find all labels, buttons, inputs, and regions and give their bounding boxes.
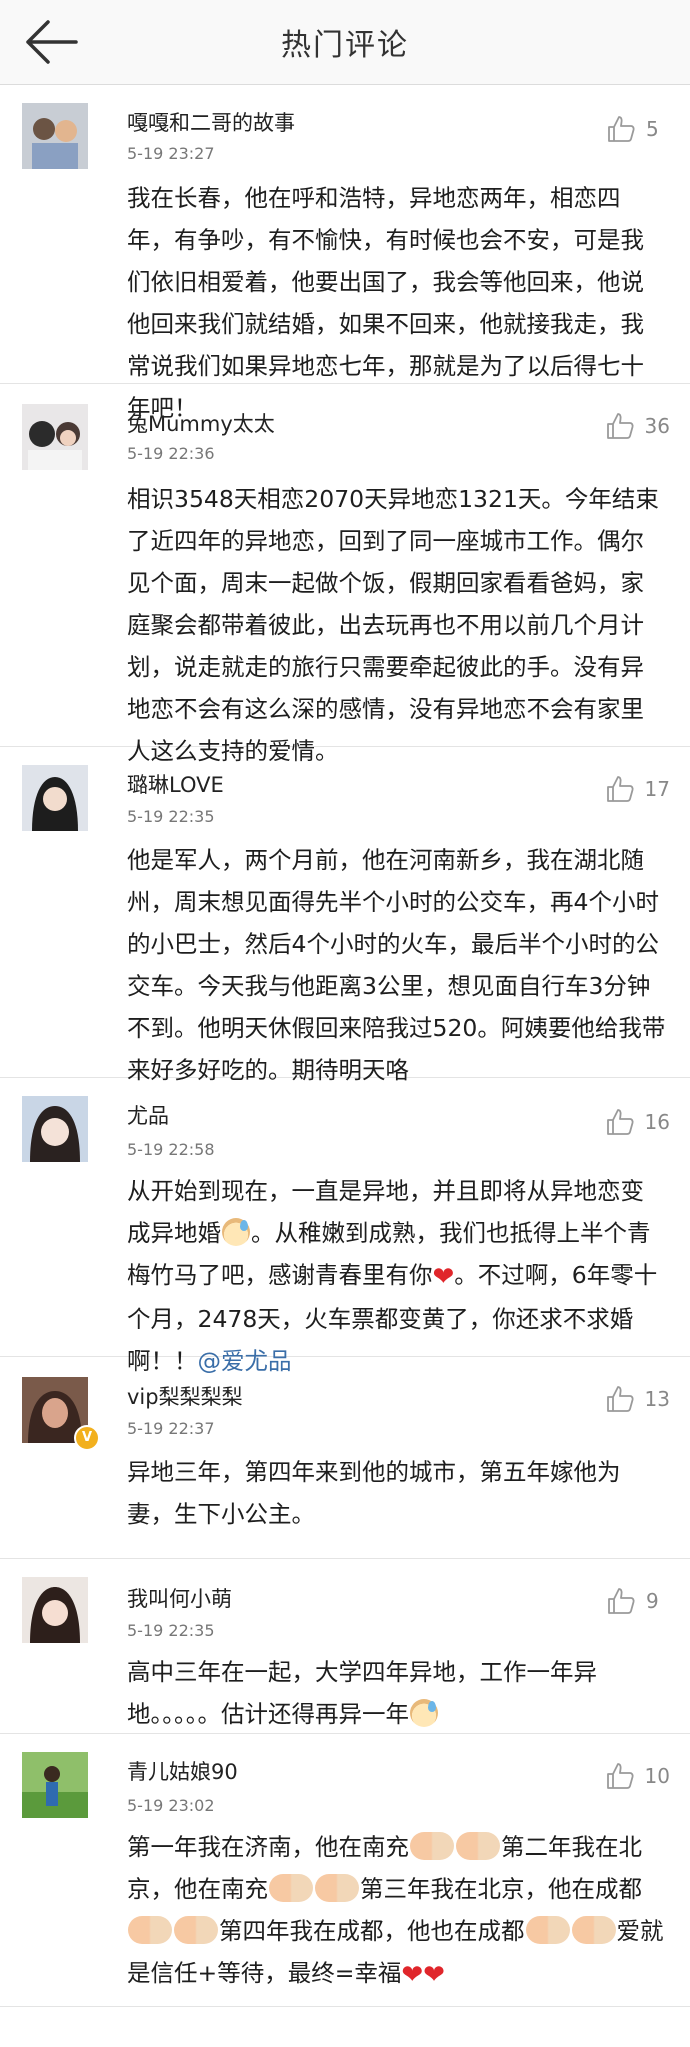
like-button[interactable]: 36	[605, 410, 670, 442]
couple-emoji-icon	[269, 1874, 313, 1902]
couple-emoji-icon	[315, 1874, 359, 1902]
timestamp: 5-19 22:36	[127, 444, 215, 463]
text-segment: 第四年我在成都，他也在成都	[219, 1917, 525, 1945]
like-count: 16	[644, 1110, 670, 1134]
text-segment: 第一年我在济南，他在南充	[127, 1833, 409, 1861]
couple-emoji-icon	[456, 1832, 500, 1860]
like-count: 9	[646, 1589, 659, 1613]
avatar[interactable]	[22, 404, 88, 470]
couple-emoji-icon	[174, 1916, 218, 1944]
username[interactable]: vip梨梨梨梨	[127, 1381, 243, 1411]
red-heart-icon: ❤	[432, 1262, 455, 1292]
thumbs-up-icon	[606, 413, 634, 439]
comment-item: 兔Mummy太太 5-19 22:36 36 相识3548天相恋2070天异地恋…	[0, 384, 690, 765]
sad-sweat-emoji-icon	[410, 1699, 438, 1727]
username[interactable]: 尤品	[127, 1100, 169, 1130]
comment-item: 璐琳LOVE 5-19 22:35 17 他是军人，两个月前，他在河南新乡，我在…	[0, 747, 690, 1084]
comment-text: 他是军人，两个月前，他在河南新乡，我在湖北随州，周末想见面得先半个小时的公交车，…	[127, 846, 666, 1084]
username[interactable]: 青儿姑娘90	[127, 1756, 238, 1786]
thumbs-up-icon	[608, 116, 635, 142]
vip-badge-icon: V	[74, 1425, 100, 1451]
avatar[interactable]	[22, 765, 88, 831]
couple-emoji-icon	[128, 1916, 172, 1944]
comment-item: 我叫何小萌 5-19 22:35 9 高中三年在一起，大学四年异地，工作一年异地…	[0, 1559, 690, 1734]
comment-item: 青儿姑娘90 5-19 23:02 10 第一年我在济南，他在南充 第二年我在北京…	[0, 1734, 690, 2007]
like-count: 13	[644, 1387, 670, 1411]
timestamp: 5-19 22:35	[127, 1621, 215, 1640]
thumbs-up-icon	[608, 1588, 635, 1614]
comment-text: 异地三年，第四年来到他的城市，第五年嫁他为妻，生下小公主。	[127, 1458, 621, 1528]
timestamp: 5-19 22:58	[127, 1140, 215, 1159]
like-count: 5	[646, 117, 659, 141]
username[interactable]: 兔Mummy太太	[127, 408, 275, 438]
comment-text: 高中三年在一起，大学四年异地，工作一年异地。。。。。估计还得再异一年	[127, 1651, 667, 1735]
like-count: 36	[644, 414, 670, 438]
thumbs-up-icon	[606, 1109, 634, 1135]
like-button[interactable]: 10	[605, 1760, 670, 1792]
comment-item: V vip梨梨梨梨 5-19 22:37 13 异地三年，第四年来到他的城市，第…	[0, 1357, 690, 1559]
timestamp: 5-19 22:37	[127, 1419, 215, 1438]
timestamp: 5-19 23:27	[127, 144, 215, 163]
text-segment: 高中三年在一起，大学四年异地，工作一年异地。。。。。估计还得再异一年	[127, 1658, 597, 1728]
avatar[interactable]	[22, 1752, 88, 1818]
couple-emoji-icon	[525, 1916, 570, 1944]
like-count: 10	[644, 1764, 670, 1788]
comment-text: 第一年我在济南，他在南充 第二年我在北京，他在南充 第三年我在北京，他在成都第四年我…	[127, 1826, 667, 1996]
avatar[interactable]	[22, 103, 88, 169]
sweat-face-emoji-icon	[222, 1218, 250, 1246]
text-segment: 第三年我在北京，他在成都	[360, 1875, 642, 1903]
like-button[interactable]: 9	[606, 1585, 670, 1617]
couple-emoji-icon	[571, 1916, 616, 1944]
timestamp: 5-19 23:02	[127, 1796, 215, 1815]
like-button[interactable]: 17	[605, 773, 670, 805]
page-title: 热门评论	[281, 28, 409, 63]
like-button[interactable]: 13	[605, 1383, 670, 1415]
avatar[interactable]	[22, 1096, 88, 1162]
username[interactable]: 嘎嘎和二哥的故事	[127, 107, 295, 137]
timestamp: 5-19 22:35	[127, 807, 215, 826]
thumbs-up-icon	[606, 1386, 634, 1412]
like-count: 17	[644, 777, 670, 801]
comment-item: 嘎嘎和二哥的故事 5-19 23:27 5 我在长春，他在呼和浩特，异地恋两年，…	[0, 85, 690, 422]
red-hearts-icon: ❤❤	[401, 1960, 445, 1990]
like-button[interactable]: 5	[606, 113, 670, 145]
comment-text: 相识3548天相恋2070天异地恋1321天。今年结束了近四年的异地恋，回到了同…	[127, 485, 659, 765]
comment-item: 尤品 5-19 22:58 16 从开始到现在，一直是异地，并且即将从异地恋变成…	[0, 1078, 690, 1375]
username[interactable]: 我叫何小萌	[127, 1583, 232, 1613]
top-bar: 热门评论	[0, 0, 690, 85]
avatar[interactable]	[22, 1577, 88, 1643]
comment-text: 从开始到现在，一直是异地，并且即将从异地恋变成异地婚 。从稚嫩到成熟，我们也抵得上…	[127, 1170, 667, 1382]
thumbs-up-icon	[606, 1763, 634, 1789]
username[interactable]: 璐琳LOVE	[127, 769, 224, 799]
couple-emoji-icon	[410, 1832, 454, 1860]
like-button[interactable]: 16	[605, 1106, 670, 1138]
thumbs-up-icon	[606, 776, 634, 802]
